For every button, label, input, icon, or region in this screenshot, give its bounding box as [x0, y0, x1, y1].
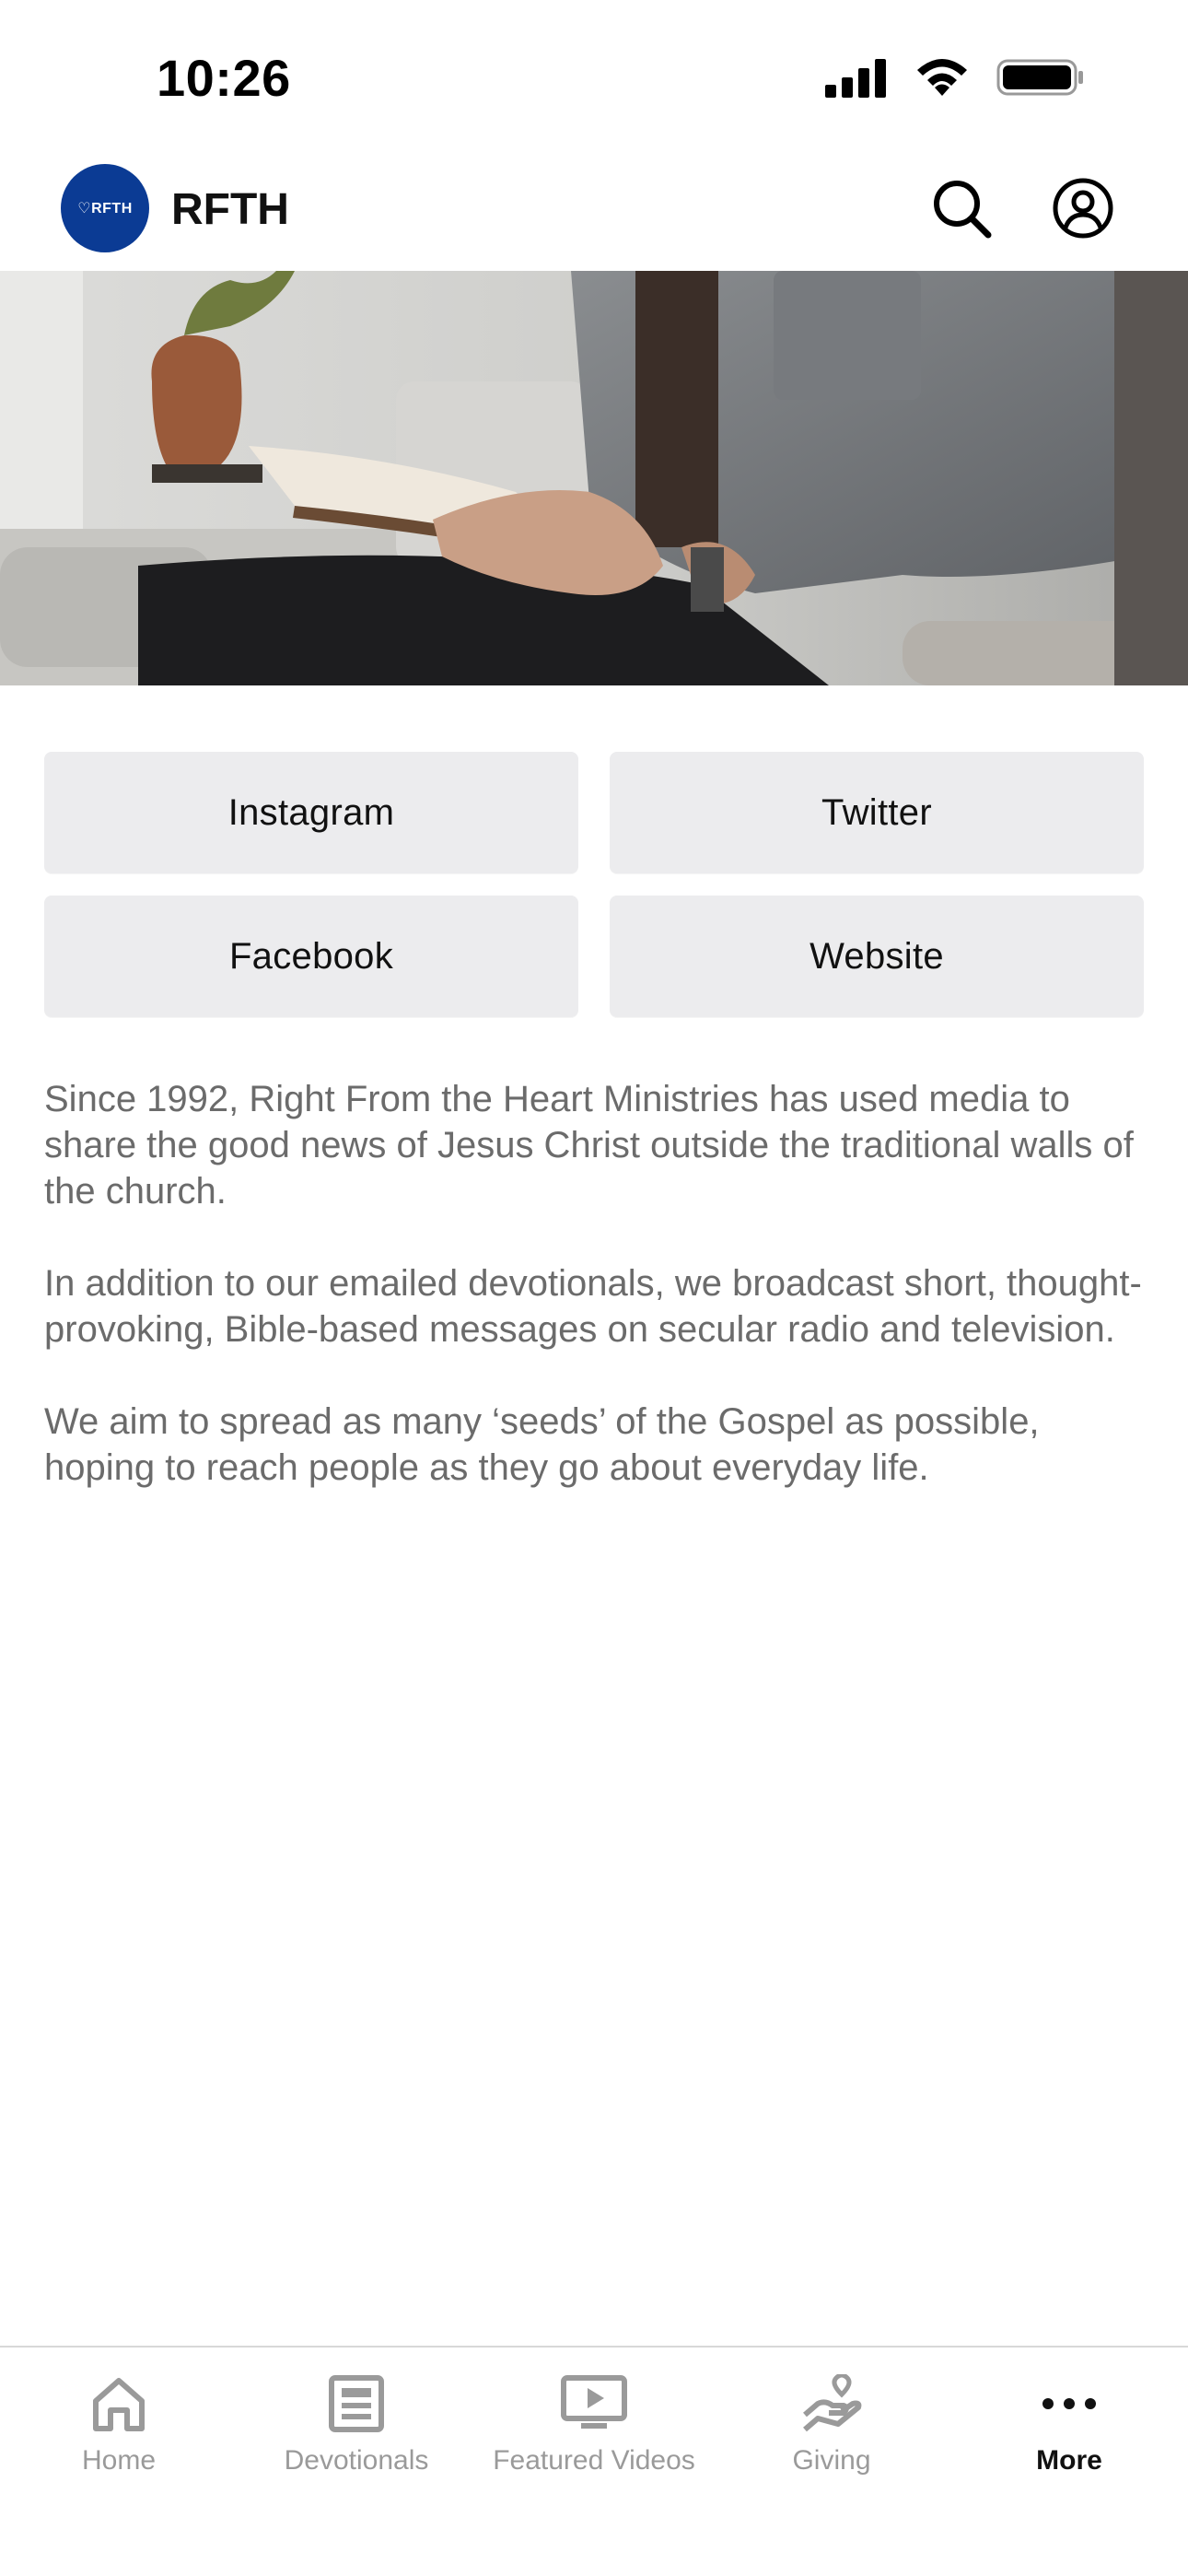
links-grid: Instagram Twitter Facebook Website	[44, 752, 1144, 1017]
tab-giving-label: Giving	[792, 2445, 871, 2476]
tab-home-label: Home	[81, 2445, 157, 2476]
search-icon	[934, 181, 992, 239]
tab-more-label: More	[1036, 2445, 1102, 2476]
about-paragraph: In addition to our emailed devotionals, …	[44, 1263, 1142, 1350]
status-time: 10:26	[157, 49, 291, 107]
instagram-label: Instagram	[227, 791, 395, 833]
person-reading-bible-image	[0, 271, 1188, 685]
more-icon	[1042, 2398, 1096, 2409]
home-icon	[93, 2378, 145, 2431]
giving-icon	[803, 2374, 862, 2432]
battery-icon	[996, 59, 1083, 96]
hero-image	[0, 271, 1188, 685]
app-header: ♡RFTH RFTH	[0, 157, 1188, 271]
twitter-label: Twitter	[821, 791, 932, 833]
wifi-icon	[917, 59, 967, 96]
about-paragraph: We aim to spread as many ‘seeds’ of the …	[44, 1401, 1040, 1488]
status-icons	[825, 57, 1085, 98]
tab-devotionals[interactable]: Devotionals	[238, 2348, 475, 2504]
status-bar: 10:26	[0, 0, 1188, 157]
search-button[interactable]	[926, 173, 996, 243]
about-paragraph: Since 1992, Right From the Heart Ministr…	[44, 1079, 1134, 1212]
tab-devotionals-label: Devotionals	[284, 2445, 429, 2476]
website-label: Website	[809, 935, 944, 977]
about-page: 10:26 ♡RFTH RFTH Instagram Twitter Faceb…	[0, 0, 1188, 2576]
account-button[interactable]	[1048, 173, 1118, 243]
account-icon	[1053, 178, 1113, 239]
tab-featured-videos-label: Featured Videos	[493, 2445, 695, 2476]
website-button[interactable]: Website	[610, 896, 1144, 1017]
logo-text: ♡RFTH	[77, 201, 133, 217]
tab-giving[interactable]: Giving	[713, 2348, 950, 2504]
instagram-button[interactable]: Instagram	[44, 752, 578, 873]
tab-home[interactable]: Home	[0, 2348, 238, 2504]
about-text: Since 1992, Right From the Heart Ministr…	[44, 1076, 1149, 1537]
app-title: RFTH	[171, 185, 289, 234]
tab-featured-videos[interactable]: Featured Videos	[475, 2348, 713, 2504]
twitter-button[interactable]: Twitter	[610, 752, 1144, 873]
video-icon	[561, 2375, 627, 2429]
tab-more[interactable]: More	[950, 2348, 1188, 2504]
facebook-label: Facebook	[228, 935, 394, 977]
tab-bar: Home Devotionals Featured Videos Giving …	[0, 2346, 1188, 2576]
cellular-signal-icon	[825, 59, 886, 98]
facebook-button[interactable]: Facebook	[44, 896, 578, 1017]
document-icon	[329, 2375, 384, 2432]
app-logo[interactable]: ♡RFTH	[61, 164, 149, 252]
